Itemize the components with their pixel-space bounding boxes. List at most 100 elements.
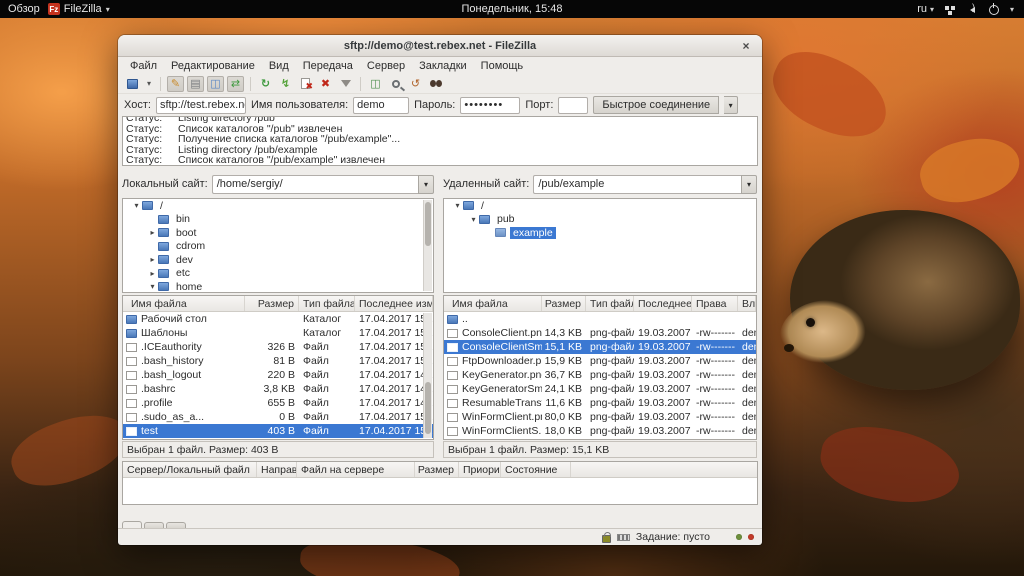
- queue-tab[interactable]: [122, 521, 142, 528]
- activities-button[interactable]: Обзор: [8, 3, 40, 15]
- file-row[interactable]: ConsoleClient.png 14,3 KB png-файл 19.03…: [444, 326, 756, 340]
- menu-item[interactable]: Сервер: [361, 59, 411, 73]
- local-directory-tree[interactable]: ▾ / bin ▸ boot cdrom ▸ dev ▸: [122, 198, 434, 293]
- local-path-value[interactable]: /home/sergiy/: [212, 175, 418, 194]
- menu-item[interactable]: Редактирование: [165, 59, 261, 73]
- file-row[interactable]: Рабочий стол Каталог 17.04.2017 15:...: [123, 312, 433, 326]
- file-row[interactable]: ResumableTransf... 11,6 KB png-файл 19.0…: [444, 396, 756, 410]
- remote-directory-tree[interactable]: ▾ / ▾ pub example: [443, 198, 757, 293]
- network-icon[interactable]: [944, 4, 956, 15]
- toggle-local-tree-icon[interactable]: ▤: [187, 76, 204, 92]
- tree-item[interactable]: ▾ /: [444, 199, 756, 213]
- file-row[interactable]: KeyGeneratorSm... 24,1 KB png-файл 19.03…: [444, 382, 756, 396]
- file-row[interactable]: .bashrc 3,8 KB Файл 17.04.2017 14:...: [123, 382, 433, 396]
- column-header-name[interactable]: Имя файла▲: [444, 296, 542, 311]
- column-header-permissions[interactable]: Права: [692, 296, 738, 311]
- file-row[interactable]: .profile 655 B Файл 17.04.2017 14:...: [123, 396, 433, 410]
- tree-item[interactable]: ▾ pub: [444, 213, 756, 227]
- toggle-log-icon[interactable]: ✎: [167, 76, 184, 92]
- input-source-indicator[interactable]: ru ▾: [917, 3, 934, 15]
- quickconnect-button[interactable]: Быстрое соединение: [593, 96, 719, 114]
- tree-item[interactable]: ▸ etc: [123, 267, 433, 281]
- menu-item[interactable]: Помощь: [475, 59, 530, 73]
- cancel-operation-icon[interactable]: ✖: [297, 76, 314, 92]
- find-files-icon[interactable]: [427, 76, 444, 92]
- file-row[interactable]: WinFormClientS... 18,0 KB png-файл 19.03…: [444, 424, 756, 438]
- expander-icon[interactable]: ▸: [147, 228, 158, 237]
- close-button[interactable]: ×: [738, 38, 754, 54]
- quickconnect-dropdown-icon[interactable]: ▾: [724, 96, 738, 114]
- scrollbar-thumb[interactable]: [425, 382, 431, 434]
- process-queue-icon[interactable]: ↯: [277, 76, 294, 92]
- scrollbar[interactable]: [423, 200, 432, 291]
- remote-file-list[interactable]: Имя файла▲ Размер Тип файла Последнее из…: [443, 295, 757, 440]
- tree-item[interactable]: ▸ dev: [123, 253, 433, 267]
- tree-item[interactable]: ▸ boot: [123, 226, 433, 240]
- column-header-size[interactable]: Размер: [542, 296, 586, 311]
- file-row[interactable]: .sudo_as_a... 0 B Файл 17.04.2017 15:...: [123, 410, 433, 424]
- expander-icon[interactable]: ▾: [131, 201, 142, 210]
- password-input[interactable]: ••••••••: [460, 97, 520, 114]
- toggle-remote-tree-icon[interactable]: ◫: [207, 76, 224, 92]
- scrollbar-thumb[interactable]: [425, 202, 431, 246]
- app-menu[interactable]: Fz FileZilla ▾: [48, 3, 110, 15]
- queue-column-header[interactable]: Файл на сервере: [297, 462, 415, 477]
- site-manager-dropdown-icon[interactable]: ▾: [144, 76, 154, 92]
- file-row[interactable]: ConsoleClientSm... 15,1 KB png-файл 19.0…: [444, 340, 756, 354]
- tree-item[interactable]: cdrom: [123, 240, 433, 254]
- port-input[interactable]: [558, 97, 588, 114]
- remote-path-value[interactable]: /pub/example: [533, 175, 741, 194]
- expander-icon[interactable]: ▸: [147, 255, 158, 264]
- file-row[interactable]: test 403 B Файл 17.04.2017 15:...: [123, 424, 433, 438]
- menu-item[interactable]: Файл: [124, 59, 163, 73]
- file-row[interactable]: ..: [444, 312, 756, 326]
- menu-item[interactable]: Передача: [297, 59, 359, 73]
- local-file-list[interactable]: Имя файла▲ Размер Тип файла Последнее из…: [122, 295, 434, 440]
- chevron-down-icon[interactable]: ▾: [418, 175, 434, 194]
- local-site-combo[interactable]: /home/sergiy/ ▾: [212, 175, 434, 194]
- column-header-name[interactable]: Имя файла▲: [123, 296, 245, 311]
- expander-icon[interactable]: ▾: [468, 215, 479, 224]
- scrollbar[interactable]: [423, 313, 432, 438]
- file-row[interactable]: .bash_logout 220 B Файл 17.04.2017 14:..…: [123, 368, 433, 382]
- chevron-down-icon[interactable]: ▾: [1010, 5, 1014, 14]
- toggle-queue-icon[interactable]: ⇄: [227, 76, 244, 92]
- transfer-queue[interactable]: Сервер/Локальный файлНаправлФайл на серв…: [122, 461, 758, 505]
- file-row[interactable]: FtpDownloader.png 15,9 KB png-файл 19.03…: [444, 354, 756, 368]
- disconnect-icon[interactable]: ✖: [317, 76, 334, 92]
- column-header-modified[interactable]: Последнее изменение: [355, 296, 433, 311]
- menu-item[interactable]: Вид: [263, 59, 295, 73]
- chevron-down-icon[interactable]: ▾: [741, 175, 757, 194]
- directory-comparison-icon[interactable]: ◫: [367, 76, 384, 92]
- column-header-modified[interactable]: Последнее изм: [634, 296, 692, 311]
- message-log[interactable]: Статус: Listing directory /pub Статус: С…: [122, 116, 758, 166]
- power-icon[interactable]: [988, 4, 1000, 15]
- column-header-type[interactable]: Тип файла: [299, 296, 355, 311]
- file-row[interactable]: KeyGenerator.png 36,7 KB png-файл 19.03.…: [444, 368, 756, 382]
- file-row[interactable]: Шаблоны Каталог 17.04.2017 15:...: [123, 326, 433, 340]
- queue-column-header[interactable]: Направл: [257, 462, 297, 477]
- file-row[interactable]: .bash_history 81 B Файл 17.04.2017 15:..…: [123, 354, 433, 368]
- tree-item[interactable]: example: [444, 226, 756, 240]
- host-input[interactable]: sftp://test.rebex.net: [156, 97, 246, 114]
- queue-column-header[interactable]: Сервер/Локальный файл: [123, 462, 257, 477]
- expander-icon[interactable]: ▾: [452, 201, 463, 210]
- file-row[interactable]: WinFormClient.png 80,0 KB png-файл 19.03…: [444, 410, 756, 424]
- refresh-listing-icon[interactable]: ↺: [407, 76, 424, 92]
- synchronized-browsing-icon[interactable]: [387, 76, 404, 92]
- expander-icon[interactable]: ▸: [147, 269, 158, 278]
- volume-icon[interactable]: [966, 4, 978, 15]
- filter-icon[interactable]: [337, 76, 354, 92]
- menu-item[interactable]: Закладки: [413, 59, 473, 73]
- window-titlebar[interactable]: sftp://demo@test.rebex.net - FileZilla ×: [118, 35, 762, 57]
- column-header-owner[interactable]: Владелец/Группа: [738, 296, 756, 311]
- queue-column-header[interactable]: Состояние: [501, 462, 571, 477]
- tree-item[interactable]: ▾ home: [123, 280, 433, 293]
- expander-icon[interactable]: ▾: [147, 282, 158, 291]
- file-row[interactable]: .ICEauthority 326 B Файл 17.04.2017 15:.…: [123, 340, 433, 354]
- refresh-icon[interactable]: ↻: [257, 76, 274, 92]
- remote-site-combo[interactable]: /pub/example ▾: [533, 175, 757, 194]
- queue-column-header[interactable]: Размер: [415, 462, 459, 477]
- site-manager-icon[interactable]: [124, 76, 141, 92]
- column-header-size[interactable]: Размер: [245, 296, 299, 311]
